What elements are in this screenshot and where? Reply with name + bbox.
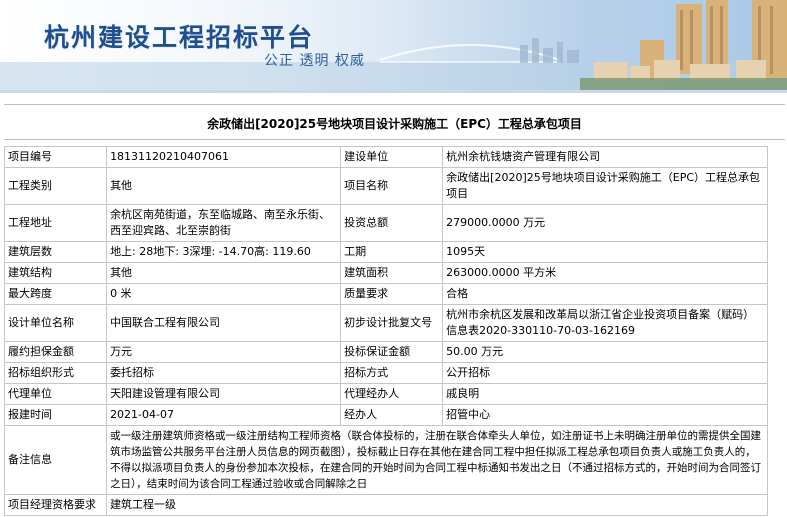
building-structure: 其他 <box>106 262 342 284</box>
field-label: 投标保证金额 <box>340 341 444 363</box>
field-label: 代理经办人 <box>340 383 444 405</box>
table-row: 代理单位 天阳建设管理有限公司 代理经办人 戚良明 <box>3 383 768 405</box>
field-label: 项目编号 <box>3 146 108 168</box>
remark-text: 或一级注册建筑师资格或一级注册结构工程师资格（联合体投标的，注册在联合体牵头人单… <box>106 425 768 495</box>
bid-bond: 50.00 万元 <box>442 341 768 363</box>
table-row: 备注信息 或一级注册建筑师资格或一级注册结构工程师资格（联合体投标的，注册在联合… <box>3 425 768 495</box>
field-label: 设计单位名称 <box>3 304 108 342</box>
project-title-bar: 余政储出[2020]25号地块项目设计采购施工（EPC）工程总承包项目 <box>4 104 785 140</box>
site-slogan: 公正 透明 权威 <box>264 53 365 69</box>
field-label: 最大跨度 <box>3 283 108 305</box>
banner-divider <box>0 90 787 93</box>
field-label: 工程地址 <box>3 204 108 242</box>
field-label: 项目名称 <box>340 167 444 205</box>
table-row: 工程地址 余杭区南苑街道，东至临城路、南至永乐街、西至迎宾路、北至崇韵街 投资总… <box>3 204 768 242</box>
field-label: 项目经理资格要求 <box>3 494 108 516</box>
site-title: 杭州建设工程招标平台 <box>44 23 315 52</box>
table-row: 项目经理资格要求 建筑工程一级 <box>3 494 768 516</box>
design-unit: 中国联合工程有限公司 <box>106 304 342 342</box>
field-label: 履约担保金额 <box>3 341 108 363</box>
project-category: 其他 <box>106 167 342 205</box>
max-span: 0 米 <box>106 283 342 305</box>
project-name: 余政储出[2020]25号地块项目设计采购施工（EPC）工程总承包项目 <box>442 167 768 205</box>
field-label: 建筑结构 <box>3 262 108 284</box>
builder-name: 杭州余杭钱塘资产管理有限公司 <box>442 146 768 168</box>
table-row: 设计单位名称 中国联合工程有限公司 初步设计批复文号 杭州市余杭区发展和改革局以… <box>3 304 768 342</box>
field-label: 质量要求 <box>340 283 444 305</box>
field-label: 代理单位 <box>3 383 108 405</box>
table-row: 报建时间 2021-04-07 经办人 招管中心 <box>3 404 768 426</box>
agent-person: 戚良明 <box>442 383 768 405</box>
header-banner: 杭州建设工程招标平台 公正 透明 权威 <box>0 0 787 92</box>
field-label: 工程类别 <box>3 167 108 205</box>
field-label: 建筑层数 <box>3 241 108 263</box>
design-approval-number: 杭州市余杭区发展和改革局以浙江省企业投资项目备案（赋码）信息表2020-3301… <box>442 304 768 342</box>
tender-method: 公开招标 <box>442 362 768 384</box>
table-row: 招标组织形式 委托招标 招标方式 公开招标 <box>3 362 768 384</box>
field-label: 初步设计批复文号 <box>340 304 444 342</box>
field-label: 备注信息 <box>3 425 108 495</box>
manager-qualification: 建筑工程一级 <box>106 494 768 516</box>
project-address: 余杭区南苑街道，东至临城路、南至永乐街、西至迎宾路、北至崇韵街 <box>106 204 342 242</box>
table-row: 建筑结构 其他 建筑面积 263000.0000 平方米 <box>3 262 768 284</box>
quality-requirement: 合格 <box>442 283 768 305</box>
construction-period: 1095天 <box>442 241 768 263</box>
field-label: 建设单位 <box>340 146 444 168</box>
agent-unit: 天阳建设管理有限公司 <box>106 383 342 405</box>
table-row: 项目编号 18131120210407061 建设单位 杭州余杭钱塘资产管理有限… <box>3 146 768 168</box>
investment-total: 279000.0000 万元 <box>442 204 768 242</box>
field-label: 经办人 <box>340 404 444 426</box>
table-row: 履约担保金额 万元 投标保证金额 50.00 万元 <box>3 341 768 363</box>
field-label: 建筑面积 <box>340 262 444 284</box>
project-number: 18131120210407061 <box>106 146 342 168</box>
table-row: 建筑层数 地上: 28地下: 3深埋: -14.70高: 119.60 工期 1… <box>3 241 768 263</box>
field-label: 招标方式 <box>340 362 444 384</box>
handler: 招管中心 <box>442 404 768 426</box>
performance-guarantee: 万元 <box>106 341 342 363</box>
field-label: 报建时间 <box>3 404 108 426</box>
field-label: 投资总额 <box>340 204 444 242</box>
table-row: 最大跨度 0 米 质量要求 合格 <box>3 283 768 305</box>
building-area: 263000.0000 平方米 <box>442 262 768 284</box>
report-time: 2021-04-07 <box>106 404 342 426</box>
table-row: 工程类别 其他 项目名称 余政储出[2020]25号地块项目设计采购施工（EPC… <box>3 167 768 205</box>
field-label: 工期 <box>340 241 444 263</box>
building-floors: 地上: 28地下: 3深埋: -14.70高: 119.60 <box>106 241 342 263</box>
project-title: 余政储出[2020]25号地块项目设计采购施工（EPC）工程总承包项目 <box>207 117 582 131</box>
field-label: 招标组织形式 <box>3 362 108 384</box>
tender-org-form: 委托招标 <box>106 362 342 384</box>
project-info-table: 项目编号 18131120210407061 建设单位 杭州余杭钱塘资产管理有限… <box>3 146 768 516</box>
